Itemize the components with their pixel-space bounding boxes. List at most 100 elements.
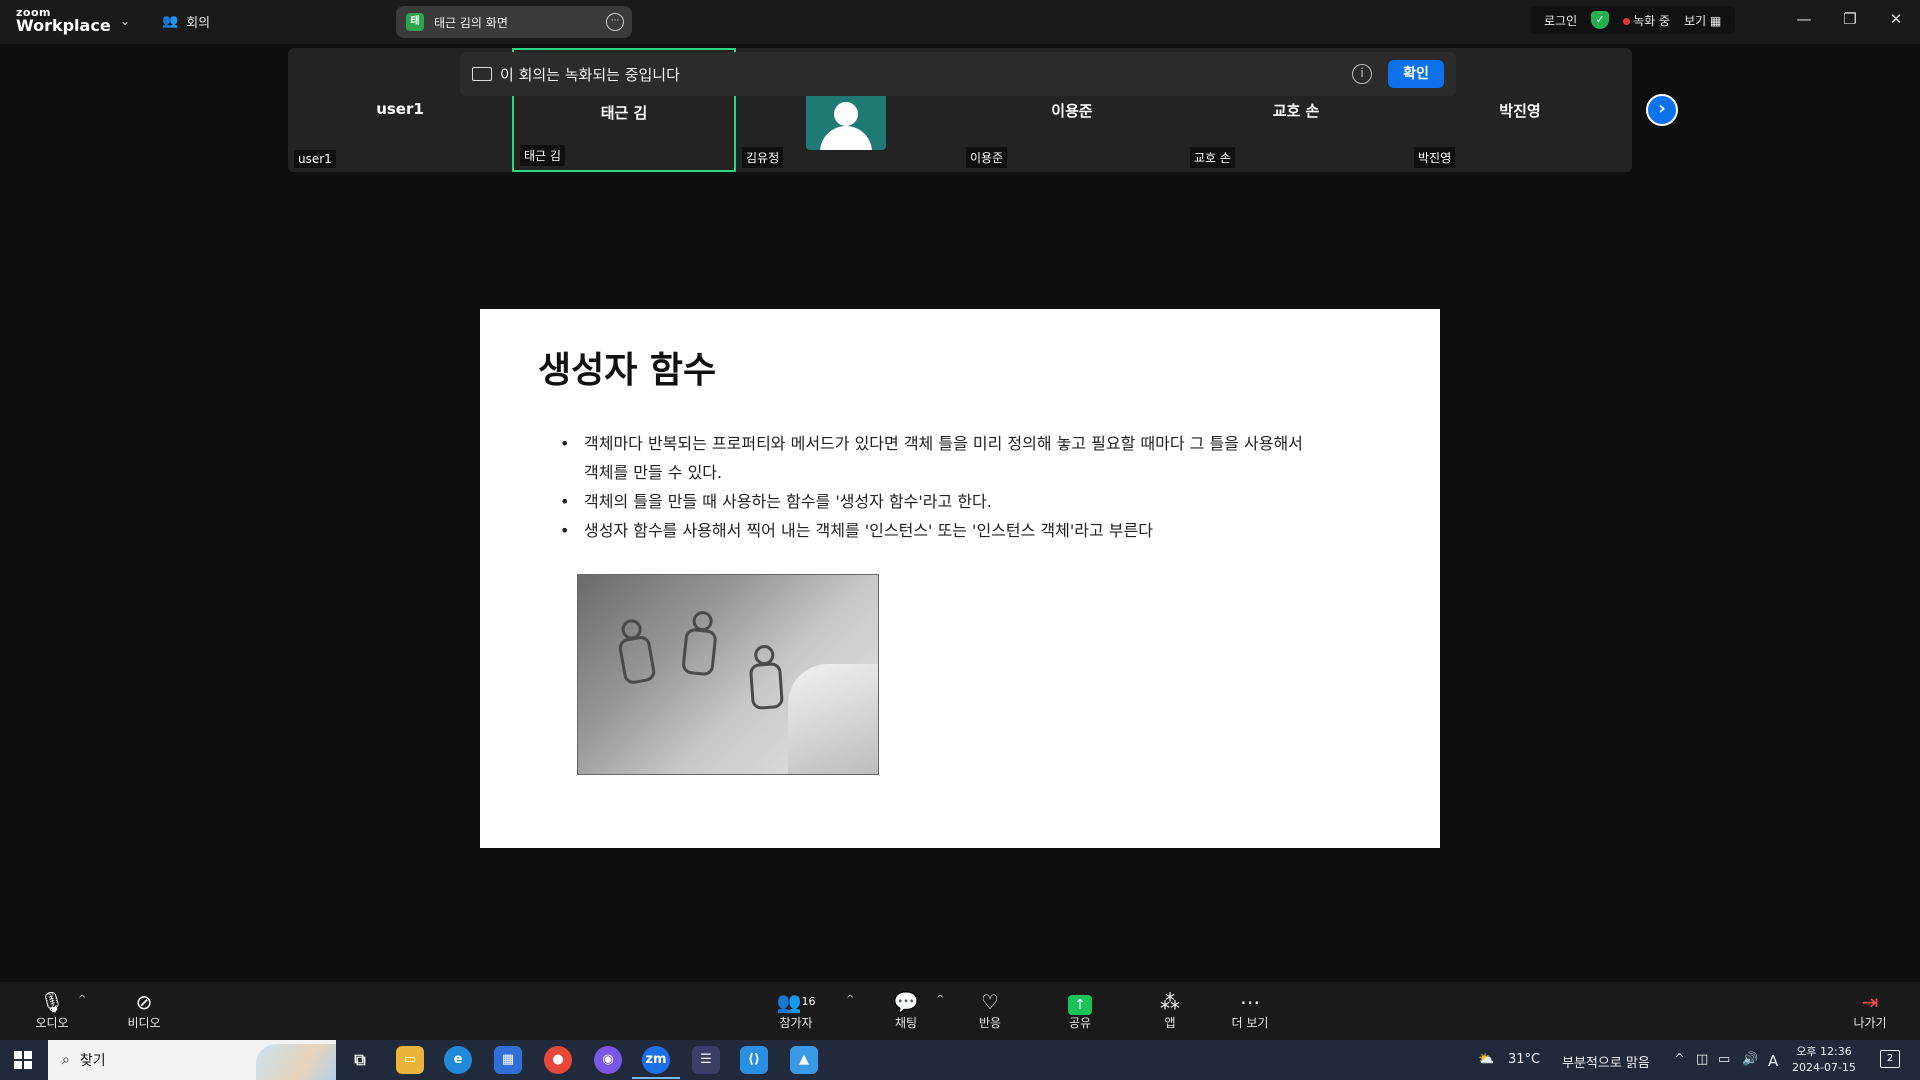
restore-icon[interactable]: ❐ [1840,10,1860,28]
meeting-toolbar: 🎙 오디오 ^ ⊘ 비디오 👥16 참가자 ^ 💬 채팅 ^ ♡ 반응 ↑ 공유… [0,982,1920,1040]
leave-icon: ⇥ [1861,990,1879,1014]
weather-icon[interactable]: ⛅ [1478,1052,1494,1067]
participant-count: 16 [801,995,816,1008]
more-options-icon[interactable]: ··· [606,13,624,31]
chat-icon: 💬 [893,990,919,1014]
close-icon[interactable]: ✕ [1886,10,1906,28]
next-page-button[interactable]: › [1646,94,1678,126]
reactions-label: 반응 [978,1016,1002,1030]
participants-button[interactable]: 👥16 참가자 [766,990,826,1031]
participants-icon: 👥16 [776,990,816,1014]
ime-indicator[interactable]: A [1768,1052,1778,1070]
share-button[interactable]: ↑ 공유 [1050,990,1110,1031]
default-avatar-icon [806,90,886,150]
network-icon[interactable]: ▭ [1718,1052,1730,1067]
share-label: 태근 김의 화면 [434,15,508,30]
heart-icon: ♡ [981,990,999,1014]
screen-share-pill[interactable]: 태 태근 김의 화면 ··· [396,6,632,38]
title-bar: zoom Workplace ⌄ 👥 회의 태 태근 김의 화면 ··· 로그인… [0,0,1920,44]
view-label: 보기 [1684,13,1707,28]
recording-indicator[interactable]: 녹화 중 [1623,12,1670,29]
slide-bullet: 객체의 틀을 만들 때 사용하는 함수를 '생성자 함수'라고 한다. [560,487,1320,516]
participant-name: 이용준 [1051,102,1093,120]
view-button[interactable]: 보기 ▦ [1684,12,1721,29]
participant-label: 태근 김 [520,145,565,166]
slide-bullet: 생성자 함수를 사용해서 찍어 내는 객체를 '인스턴스' 또는 '인스턴스 객… [560,516,1320,545]
volume-icon[interactable]: 🔊 [1742,1052,1758,1067]
participant-label: 교호 손 [1190,147,1235,168]
confirm-button[interactable]: 확인 [1388,60,1444,88]
audio-button[interactable]: 🎙 오디오 [22,990,82,1031]
participants-options-caret[interactable]: ^ [846,994,854,1005]
chrome-icon[interactable]: ● [544,1046,572,1074]
slide-bullets: 객체마다 반복되는 프로퍼티와 메서드가 있다면 객체 틀을 미리 정의해 놓고… [560,429,1320,545]
tray-expand-icon[interactable]: ^ [1674,1052,1685,1067]
share-screen-icon: ↑ [1050,990,1110,1015]
photos-app-icon[interactable]: ▲ [790,1046,818,1074]
chat-button[interactable]: 💬 채팅 [876,990,936,1031]
share-label: 공유 [1068,1016,1092,1030]
clock-date: 2024-07-15 [1792,1061,1856,1074]
search-placeholder: 찾기 [79,1053,106,1069]
participant-name: 태근 김 [600,104,648,122]
chat-options-caret[interactable]: ^ [936,994,944,1005]
participants-label: 참가자 [779,1016,813,1030]
camera-icon [472,67,492,81]
apps-button[interactable]: ⁂ 앱 [1140,990,1200,1031]
audio-options-caret[interactable]: ^ [78,994,86,1005]
reactions-button[interactable]: ♡ 반응 [960,990,1020,1031]
active-app-indicator [632,1077,680,1079]
notification-center-icon[interactable]: 2 [1880,1050,1900,1068]
weather-text[interactable]: 부분적으로 맑음 [1562,1052,1650,1071]
meeting-menu[interactable]: 👥 회의 [162,12,210,31]
recording-banner: 이 회의는 녹화되는 중입니다 i 확인 [460,52,1456,96]
participant-name: 박진영 [1499,102,1541,120]
hand-shape [788,664,878,774]
banner-text: 이 회의는 녹화되는 중입니다 [500,65,680,84]
search-icon: ⌕ [62,1052,70,1068]
zoom-app-icon[interactable]: zm [642,1046,670,1074]
microphone-icon: 🎙 [39,990,65,1014]
chat-label: 채팅 [894,1016,918,1030]
video-button[interactable]: ⊘ 비디오 [114,990,174,1031]
participant-label: user1 [294,150,336,168]
vscode-icon[interactable]: ⟨⟩ [740,1046,768,1074]
shared-screen-slide: 생성자 함수 객체마다 반복되는 프로퍼티와 메서드가 있다면 객체 틀을 미리… [480,309,1440,848]
participant-name: 교호 손 [1272,102,1320,120]
video-off-icon: ⊘ [135,990,153,1014]
minimize-icon[interactable]: — [1794,10,1814,28]
participant-name: user1 [376,100,424,118]
info-icon[interactable]: i [1352,64,1372,84]
weather-temp[interactable]: 31°C [1508,1052,1540,1067]
security-shield-icon[interactable]: ✓ [1591,11,1610,29]
leave-button[interactable]: ⇥ 나가기 [1840,990,1900,1031]
more-label: 더 보기 [1231,1016,1269,1030]
apps-icon: ⁂ [1160,990,1180,1014]
taskbar-search[interactable]: ⌕ 찾기 [48,1040,336,1080]
camera-tray-icon[interactable]: ◫ [1696,1052,1708,1067]
windows-start-icon[interactable] [14,1051,32,1069]
discord-icon[interactable]: ◉ [594,1046,622,1074]
more-button[interactable]: ⋯ 더 보기 [1220,990,1280,1031]
eclipse-icon[interactable]: ☰ [692,1046,720,1074]
search-highlight-image [256,1044,336,1080]
grid-icon: ▦ [1709,13,1722,28]
more-icon: ⋯ [1240,990,1260,1014]
login-button[interactable]: 로그인 [1544,12,1577,29]
slide-bullet: 객체마다 반복되는 프로퍼티와 메서드가 있다면 객체 틀을 미리 정의해 놓고… [560,429,1320,487]
people-icon: 👥 [162,14,179,29]
cookie-cutter-photo [577,574,879,775]
gingerbread-shape [608,616,663,693]
slide-title: 생성자 함수 [538,350,717,391]
zoom-workplace-logo[interactable]: zoom Workplace [16,7,111,34]
file-explorer-icon[interactable]: ▭ [396,1046,424,1074]
system-clock[interactable]: 오후 12:36 2024-07-15 [1792,1044,1856,1076]
recording-label: 녹화 중 [1633,13,1671,28]
task-view-icon[interactable]: ⧉ [346,1046,374,1074]
participant-label: 김유정 [742,147,784,168]
store-icon[interactable]: ▦ [494,1046,522,1074]
leave-label: 나가기 [1853,1016,1887,1030]
edge-browser-icon[interactable]: e [444,1046,472,1074]
chevron-down-icon[interactable]: ⌄ [120,14,130,28]
windows-taskbar: ⌕ 찾기 ⧉ ▭ e ▦ ● ◉ zm ☰ ⟨⟩ ▲ ⛅ 31°C 부분적으로 … [0,1040,1920,1080]
